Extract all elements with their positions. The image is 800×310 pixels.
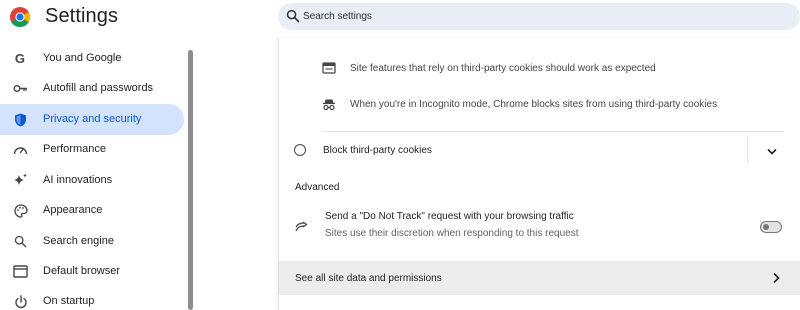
do-not-track-icon [295,221,308,232]
page-title: Settings [45,5,119,27]
do-not-track-description: Sites use their discretion when respondi… [325,228,579,239]
key-icon [13,81,28,96]
browser-window-icon [13,264,28,279]
do-not-track-title: Send a "Do Not Track" request with your … [325,211,574,222]
sidebar-item-performance[interactable]: Performance [0,134,184,165]
sparkle-icon [13,173,28,188]
google-g-icon: G [13,51,28,66]
web-card-icon [322,61,336,75]
sidebar-item-ai-innovations[interactable]: AI innovations [0,165,184,196]
do-not-track-toggle[interactable] [760,221,782,233]
sidebar-item-label: On startup [43,295,95,307]
block-third-party-cookies-radio[interactable] [294,144,306,156]
palette-icon [13,203,28,218]
sidebar-item-label: Performance [43,143,106,155]
speedometer-icon [13,142,28,157]
info-row-text: When you're in Incognito mode, Chrome bl… [350,98,718,110]
incognito-icon [322,97,336,111]
chrome-logo [10,7,30,27]
expand-button[interactable] [762,141,782,161]
info-row-incognito: When you're in Incognito mode, Chrome bl… [322,94,782,114]
chevron-down-icon [767,148,777,155]
sidebar-item-on-startup[interactable]: On startup [0,286,184,310]
sidebar-item-label: Appearance [43,204,103,216]
sidebar-item-label: Autofill and passwords [43,82,154,94]
info-row-site-features: Site features that rely on third-party c… [322,58,782,78]
search-input[interactable] [303,3,783,30]
sidebar-item-label: Search engine [43,235,114,247]
sidebar-nav: G You and Google Autofill and passwords … [0,38,195,310]
sidebar-item-label: You and Google [43,52,122,64]
site-data-label: See all site data and permissions [295,273,442,284]
privacy-settings-card: Site features that rely on third-party c… [278,38,800,310]
sidebar-item-you-and-google[interactable]: G You and Google [0,43,184,74]
toggle-knob [763,223,769,230]
power-icon [13,294,28,309]
chevron-right-icon [773,272,780,284]
svg-text:G: G [15,52,25,65]
sidebar-item-label: AI innovations [43,174,113,186]
top-bar: Settings [0,0,800,38]
sidebar-item-appearance[interactable]: Appearance [0,195,184,226]
search-icon [286,9,300,23]
shield-icon [13,112,28,127]
sidebar-item-default-browser[interactable]: Default browser [0,256,184,287]
search-icon [13,234,28,249]
sidebar-item-label: Privacy and security [43,113,142,125]
info-row-text: Site features that rely on third-party c… [350,62,656,74]
sidebar-item-privacy[interactable]: Privacy and security [0,104,184,135]
sidebar-item-label: Default browser [43,265,121,277]
site-data-permissions-link[interactable]: See all site data and permissions [279,261,800,295]
search-bar[interactable] [278,3,800,30]
divider [322,131,784,132]
block-third-party-cookies-row[interactable]: Block third-party cookies [279,135,800,167]
sidebar-scrollbar[interactable] [188,50,193,310]
radio-label: Block third-party cookies [323,145,432,156]
advanced-heading: Advanced [295,182,340,193]
sidebar-item-autofill[interactable]: Autofill and passwords [0,73,184,104]
sidebar-item-search-engine[interactable]: Search engine [0,226,184,257]
divider [747,137,748,163]
do-not-track-row[interactable]: Send a "Do Not Track" request with your … [279,206,800,246]
